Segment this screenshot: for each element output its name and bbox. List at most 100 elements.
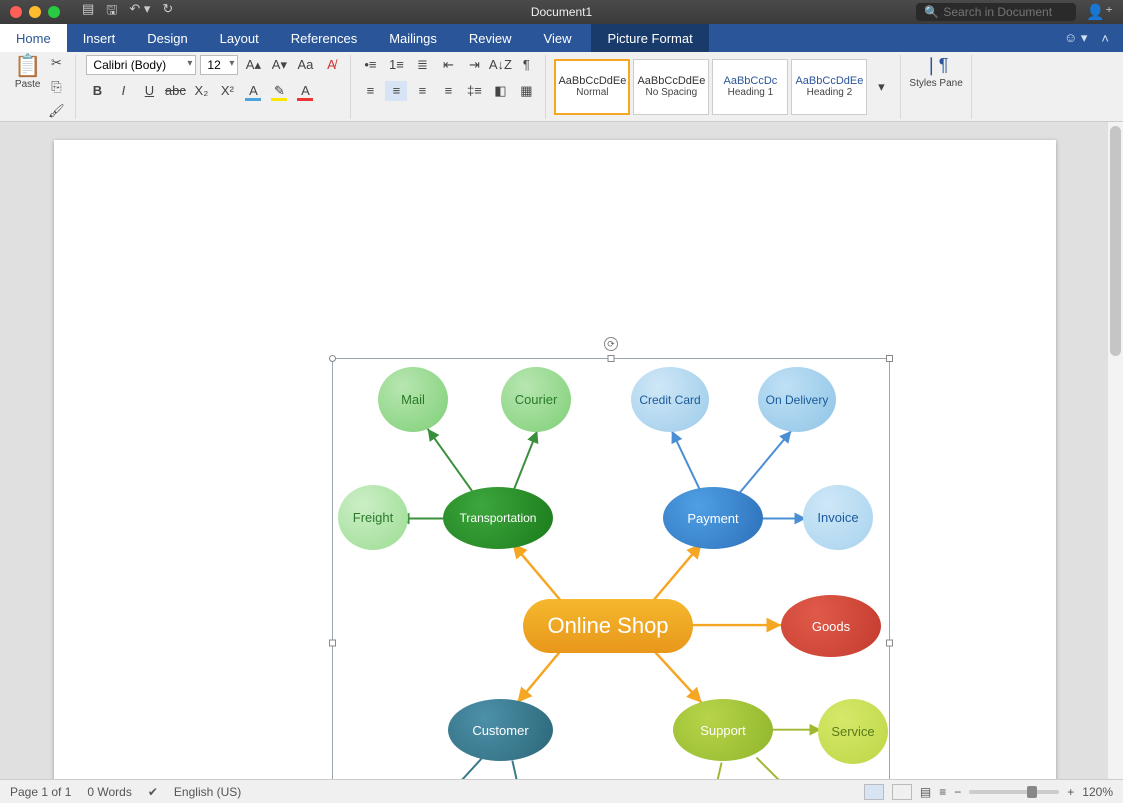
language-indicator[interactable]: English (US) (174, 785, 241, 799)
superscript-button[interactable]: X² (216, 81, 238, 101)
tab-picture-format[interactable]: Picture Format (591, 24, 708, 52)
quick-access-toolbar: ▤ 🖫 ↶ ▾ ↻ (82, 1, 173, 23)
text-effects-icon[interactable]: A (242, 81, 264, 101)
align-left-icon[interactable]: ≡ (359, 81, 381, 101)
paragraph-group: •≡ 1≡ ≣ ⇤ ⇥ A↓Z ¶ ≡ ≡ ≡ ≡ ‡≡ ◧ ▦ (351, 55, 546, 119)
subscript-button[interactable]: X₂ (190, 81, 212, 101)
align-right-icon[interactable]: ≡ (411, 81, 433, 101)
search-input[interactable] (943, 5, 1063, 19)
document-title: Document1 (531, 5, 592, 19)
spellcheck-icon[interactable]: ✔ (148, 785, 158, 799)
styles-pane-icon: ❘¶ (924, 55, 949, 76)
zoom-slider[interactable] (969, 790, 1059, 794)
titlebar: ▤ 🖫 ↶ ▾ ↻ Document1 🔍 👤⁺ (0, 0, 1123, 24)
tab-insert[interactable]: Insert (67, 24, 132, 52)
undo-icon[interactable]: ↶ ▾ (129, 1, 150, 23)
save-icon[interactable]: ▤ (82, 1, 94, 23)
decrease-indent-icon[interactable]: ⇤ (437, 55, 459, 75)
strikethrough-button[interactable]: abc (164, 81, 186, 101)
search-box[interactable]: 🔍 (916, 3, 1076, 21)
save-as-icon[interactable]: 🖫 (106, 1, 117, 23)
search-icon: 🔍 (924, 5, 939, 19)
paste-icon[interactable]: 📋 (14, 53, 41, 79)
redo-icon[interactable]: ↻ (162, 1, 173, 23)
ribbon: 📋 Paste ✂ ⎘ 🖌 Calibri (Body) 12 A▴ A▾ Aa… (0, 52, 1123, 122)
styles-pane-group[interactable]: ❘¶ Styles Pane (901, 55, 971, 119)
share-icon[interactable]: 👤⁺ (1086, 3, 1113, 21)
tab-design[interactable]: Design (131, 24, 203, 52)
zoom-level[interactable]: 120% (1082, 785, 1113, 799)
zoom-knob[interactable] (1027, 786, 1037, 798)
highlight-icon[interactable]: ✎ (268, 81, 290, 101)
align-center-icon[interactable]: ≡ (385, 81, 407, 101)
focus-view-icon[interactable]: ▤ (920, 785, 931, 799)
style-normal[interactable]: AaBbCcDdEe Normal (554, 59, 630, 115)
shrink-font-icon[interactable]: A▾ (268, 55, 290, 75)
font-name-select[interactable]: Calibri (Body) (86, 55, 196, 75)
page-indicator[interactable]: Page 1 of 1 (10, 785, 71, 799)
collapse-ribbon-icon[interactable]: ˄ (1101, 31, 1109, 46)
style-heading-2[interactable]: AaBbCcDdEe Heading 2 (791, 59, 867, 115)
node-mail: Mail (378, 367, 448, 432)
node-center: Online Shop (523, 599, 693, 653)
node-transportation: Transportation (443, 487, 553, 549)
word-count[interactable]: 0 Words (87, 785, 131, 799)
rotate-handle[interactable]: ⟳ (604, 337, 618, 351)
vertical-scrollbar[interactable] (1108, 122, 1123, 779)
tab-mailings[interactable]: Mailings (373, 24, 453, 52)
increase-indent-icon[interactable]: ⇥ (463, 55, 485, 75)
document-viewport[interactable]: ⟳ (0, 122, 1108, 779)
cut-icon[interactable]: ✂ (45, 53, 67, 73)
node-support: Support (673, 699, 773, 761)
picture-selection[interactable]: ⟳ (332, 358, 890, 779)
tab-home[interactable]: Home (0, 24, 67, 52)
style-no-spacing[interactable]: AaBbCcDdEe No Spacing (633, 59, 709, 115)
bullets-icon[interactable]: •≡ (359, 55, 381, 75)
styles-pane-label: Styles Pane (909, 78, 962, 89)
node-credit-card: Credit Card (631, 367, 709, 432)
justify-icon[interactable]: ≡ (437, 81, 459, 101)
change-case-icon[interactable]: Aa (294, 55, 316, 75)
bold-button[interactable]: B (86, 81, 108, 101)
clear-formatting-icon[interactable]: A̸ (320, 55, 342, 75)
line-spacing-icon[interactable]: ‡≡ (463, 81, 485, 101)
tab-review[interactable]: Review (453, 24, 528, 52)
web-layout-view-icon[interactable] (892, 784, 912, 800)
styles-group: AaBbCcDdEe Normal AaBbCcDdEe No Spacing … (546, 55, 901, 119)
numbering-icon[interactable]: 1≡ (385, 55, 407, 75)
format-painter-icon[interactable]: 🖌 (45, 101, 67, 121)
mindmap-diagram: Online Shop Transportation Mail Courier … (333, 359, 889, 779)
styles-more-icon[interactable]: ▾ (870, 77, 892, 97)
ribbon-tabs: Home Insert Design Layout References Mai… (0, 24, 1123, 52)
borders-icon[interactable]: ▦ (515, 81, 537, 101)
tab-view[interactable]: View (528, 24, 588, 52)
node-goods: Goods (781, 595, 881, 657)
font-color-icon[interactable]: A (294, 81, 316, 101)
smiley-icon[interactable]: ☺ ▾ (1064, 30, 1087, 46)
minimize-icon[interactable] (29, 6, 41, 18)
tab-layout[interactable]: Layout (204, 24, 275, 52)
node-courier: Courier (501, 367, 571, 432)
style-heading-1[interactable]: AaBbCcDc Heading 1 (712, 59, 788, 115)
close-icon[interactable] (10, 6, 22, 18)
node-invoice: Invoice (803, 485, 873, 550)
grow-font-icon[interactable]: A▴ (242, 55, 264, 75)
status-bar: Page 1 of 1 0 Words ✔ English (US) ▤ ≡ −… (0, 779, 1123, 803)
copy-icon[interactable]: ⎘ (45, 77, 67, 97)
print-layout-view-icon[interactable] (864, 784, 884, 800)
scrollbar-thumb[interactable] (1110, 126, 1121, 356)
node-on-delivery: On Delivery (758, 367, 836, 432)
tab-references[interactable]: References (275, 24, 373, 52)
outline-view-icon[interactable]: ≡ (939, 785, 946, 799)
multilevel-list-icon[interactable]: ≣ (411, 55, 433, 75)
node-payment: Payment (663, 487, 763, 549)
italic-button[interactable]: I (112, 81, 134, 101)
zoom-in-icon[interactable]: + (1067, 785, 1074, 799)
zoom-icon[interactable] (48, 6, 60, 18)
sort-icon[interactable]: A↓Z (489, 55, 511, 75)
zoom-out-icon[interactable]: − (954, 785, 961, 799)
underline-button[interactable]: U (138, 81, 160, 101)
font-size-select[interactable]: 12 (200, 55, 238, 75)
show-marks-icon[interactable]: ¶ (515, 55, 537, 75)
shading-icon[interactable]: ◧ (489, 81, 511, 101)
